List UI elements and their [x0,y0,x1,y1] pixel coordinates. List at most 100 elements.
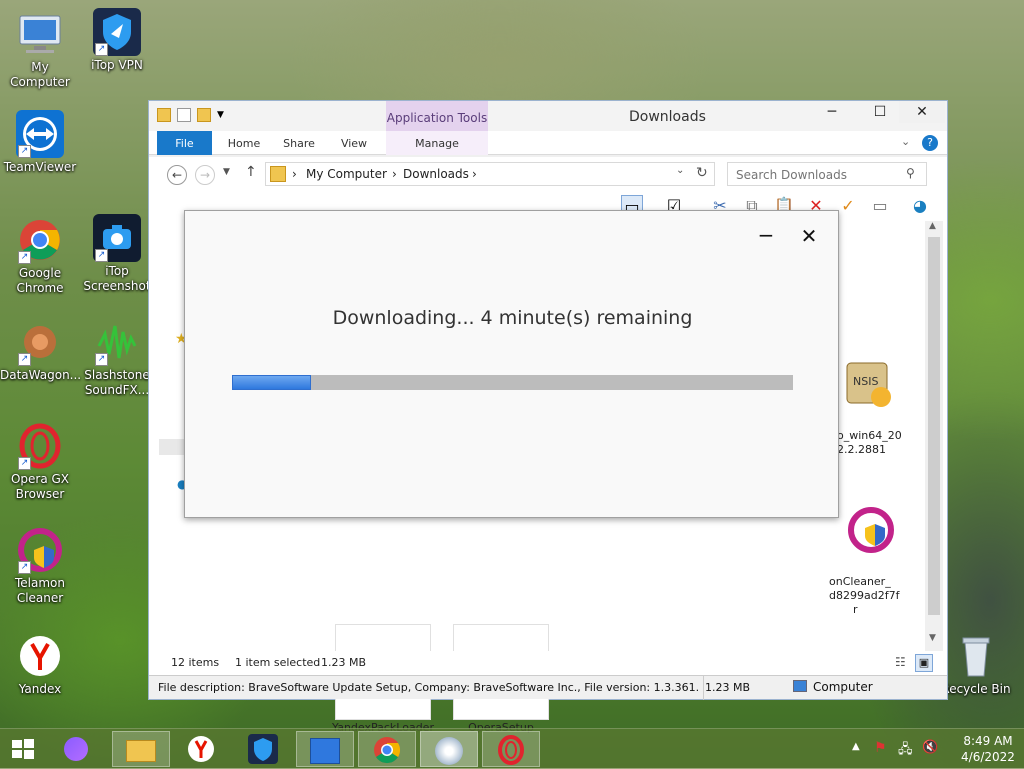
download-status-message: Downloading... 4 minute(s) remaining [332,307,693,329]
desktop-icon-teamviewer[interactable]: ↗ TeamViewer [0,110,80,175]
desktop-icon-datawagon[interactable]: ↗ DataWagon... [0,318,81,383]
desktop-icon-label: Telamon Cleaner [15,576,65,605]
tab-share[interactable]: Share [274,131,324,155]
desktop-icon-google-chrome[interactable]: ↗ Google Chrome [0,216,80,296]
shortcut-arrow-icon: ↗ [18,561,31,574]
shortcut-arrow-icon: ↗ [95,43,108,56]
taskbar-iobit[interactable] [296,731,354,767]
shortcut-arrow-icon: ↗ [18,353,31,366]
search-box: ⚲ [727,162,927,186]
desktop-icon-opera-gx[interactable]: ↗ Opera GX Browser [0,422,80,502]
network-icon[interactable]: 🖧 [898,740,913,762]
soundfx-icon: ↗ [93,318,141,366]
svg-text:NSIS: NSIS [853,375,878,388]
folder-icon [270,166,286,182]
back-button[interactable]: ← [167,165,187,185]
details-bar: File description: BraveSoftware Update S… [149,675,947,700]
breadcrumb-my-computer[interactable]: My Computer [306,167,387,181]
telamon-cleaner-icon [848,507,894,553]
file-size: 1.23 MB [705,681,751,694]
address-dropdown-chevron-icon[interactable]: ⌄ [676,165,684,176]
chevron-down-icon[interactable]: ⌄ [901,135,910,148]
minimize-button[interactable]: ─ [809,101,855,123]
recent-locations-chevron-icon[interactable]: ▼ [223,167,230,177]
help-icon[interactable]: ? [922,135,938,151]
file-description: File description: BraveSoftware Update S… [158,681,698,694]
download-progress-dialog[interactable]: − ✕ Downloading... 4 minute(s) remaining [184,210,839,518]
new-folder-icon[interactable] [197,108,211,122]
desktop-icon-label: iTop Screenshot [83,264,151,293]
tab-file[interactable]: File [157,131,212,155]
clock-date[interactable]: 4/6/2022 [958,750,1018,764]
chrome-icon: ↗ [16,216,64,264]
desktop-icon-label: My Computer [10,60,70,89]
desktop-icon-label: Yandex [18,682,62,696]
tab-manage[interactable]: Manage [386,131,488,155]
forward-button[interactable]: → [195,165,215,185]
dialog-minimize-button[interactable]: − [755,225,777,247]
chevron-down-icon[interactable]: ▼ [217,108,227,122]
details-view-icon[interactable]: ☷ [895,655,906,669]
file-explorer-icon [126,740,156,762]
clock-time[interactable]: 8:49 AM [958,734,1018,748]
globe-icon[interactable]: ◕ [909,195,931,217]
dialog-close-button[interactable]: ✕ [798,225,820,247]
location-label: Computer [813,680,873,694]
title-bar[interactable]: ▼ Application Tools Downloads ─ ☐ ✕ [149,101,947,131]
taskbar-file-explorer[interactable] [112,731,170,767]
address-bar[interactable]: › My Computer › Downloads › ⌄ ↻ [265,162,715,186]
desktop-icon-telamon-cleaner[interactable]: ↗ Telamon Cleaner [0,526,80,606]
show-hidden-icons-icon[interactable]: ▲ [852,741,860,752]
start-button[interactable] [0,731,46,767]
tab-home[interactable]: Home [219,131,269,155]
quick-access-toolbar: ▼ [157,108,227,122]
desktop-icon-slashstone-soundfx[interactable]: ↗ Slashstone SoundFX... [77,318,157,398]
computer-icon [793,680,807,692]
taskbar-installer[interactable] [420,731,478,767]
desktop-icon-my-computer[interactable]: My Computer [0,10,80,90]
maximize-button[interactable]: ☐ [857,101,903,123]
telamon-cleaner-icon: ↗ [16,526,64,574]
desktop-icon-recycle-bin[interactable]: Recycle Bin [936,632,1016,697]
breadcrumb-downloads[interactable]: Downloads [403,167,469,181]
desktop-icon-label: Opera GX Browser [10,472,70,501]
datawagon-icon: ↗ [16,318,64,366]
large-icons-view-icon[interactable]: ▣ [915,654,933,672]
nsis-installer-icon: NSIS [846,362,891,407]
volume-muted-icon[interactable]: 🔇 [922,740,938,755]
vertical-scrollbar[interactable]: ▲ ▼ [925,221,943,651]
alice-assistant-icon [64,737,88,761]
desktop-icon-itop-vpn[interactable]: ↗ iTop VPN [77,8,157,73]
progress-bar [232,375,793,390]
desktop-icon-itop-screenshot[interactable]: ↗ iTop Screenshot [77,214,157,294]
properties-icon[interactable]: ▭ [869,195,891,217]
scrollbar-thumb[interactable] [928,237,940,615]
desktop-icon-yandex[interactable]: Yandex [0,632,80,697]
action-center-flag-icon[interactable]: ⚑ [874,740,887,756]
file-name-partial: onCleaner_ d8299ad2f7f r [829,575,900,616]
opera-icon [498,735,524,765]
checkmark-icon[interactable]: ✓ [837,195,859,217]
item-count: 12 items [171,656,220,669]
tab-view[interactable]: View [329,131,379,155]
search-icon[interactable]: ⚲ [906,166,915,180]
folder-icon[interactable] [157,108,171,122]
refresh-icon[interactable]: ↻ [696,165,708,181]
taskbar-itop-vpn[interactable] [234,731,292,767]
taskbar-chrome[interactable] [358,731,416,767]
taskbar-opera[interactable] [482,731,540,767]
desktop-icon-label: TeamViewer [3,160,77,174]
selection-count: 1 item selected [235,656,321,669]
taskbar-alice-assistant[interactable] [48,731,104,767]
taskbar-yandex[interactable] [172,731,230,767]
scroll-up-icon[interactable]: ▲ [929,221,936,231]
computer-icon [16,10,64,58]
nav-selected-item[interactable] [159,439,185,455]
itop-vpn-icon [248,734,278,764]
taskbar: ▲ ⚑ 🖧 🔇 8:49 AM 4/6/2022 [0,728,1024,768]
scroll-down-icon[interactable]: ▼ [929,633,936,643]
search-input[interactable] [734,167,894,183]
close-button[interactable]: ✕ [899,101,945,123]
properties-icon[interactable] [177,108,191,122]
up-arrow-icon[interactable]: ↑ [245,164,257,180]
